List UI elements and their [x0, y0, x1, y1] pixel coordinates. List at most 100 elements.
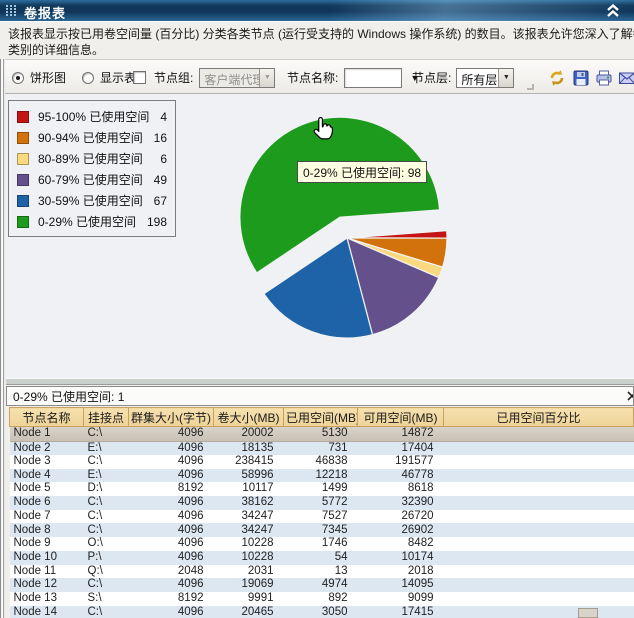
table-row[interactable]: Node 9O:\40961022817468482: [10, 537, 634, 551]
table-cell: 58996: [214, 469, 284, 483]
table-row[interactable]: Node 2E:\40961813573117404: [10, 441, 634, 455]
table-row[interactable]: Node 7C:\409634247752726720: [10, 510, 634, 524]
left-splitter[interactable]: [0, 59, 5, 618]
table-cell: 1499: [284, 482, 358, 496]
table-row[interactable]: Node 4E:\4096589961221846778: [10, 469, 634, 483]
table-cell: 32390: [358, 496, 444, 510]
table-cell: 12218: [284, 469, 358, 483]
table-cell: [444, 592, 634, 606]
chart-area: 95-100% 已使用空间490-94% 已使用空间1680-89% 已使用空间…: [6, 94, 634, 378]
chart-tooltip: 0-29% 已使用空间: 98: [297, 161, 427, 183]
node-group-checkbox[interactable]: [133, 71, 146, 84]
table-cell: 20002: [214, 427, 284, 442]
table-cell: 9991: [214, 592, 284, 606]
table-row[interactable]: Node 8C:\409634247734526902: [10, 523, 634, 537]
table-cell: Node 8: [10, 523, 84, 537]
table-cell: [444, 441, 634, 455]
table-cell: 5130: [284, 427, 358, 442]
table-cell: 13: [284, 565, 358, 579]
table-header-row: 节点名称挂接点群集大小(字节)卷大小(MB)已用空间(MB)可用空间(MB)已用…: [10, 408, 634, 427]
table-cell: Q:\: [84, 565, 129, 579]
table-cell: 892: [284, 592, 358, 606]
node-group-dropdown[interactable]: 客户端代理 ▼: [199, 68, 275, 88]
node-tier-dropdown[interactable]: 所有层 ▼: [456, 68, 514, 88]
drilldown-section-header: 0-29% 已使用空间: 1: [6, 386, 634, 406]
table-cell: C:\: [84, 510, 129, 524]
table-cell: S:\: [84, 592, 129, 606]
table-cell: Node 11: [10, 565, 84, 579]
table-cell: 3050: [284, 606, 358, 618]
node-group-control: 节点组: 客户端代理 ▼: [133, 60, 275, 95]
table-cell: 10228: [214, 551, 284, 565]
table-cell: 4096: [129, 551, 214, 565]
node-group-dropdown-value: 客户端代理: [200, 69, 259, 87]
table-column-header[interactable]: 已用空间百分比: [444, 408, 634, 427]
table-cell: 4096: [129, 606, 214, 618]
table-cell: 1746: [284, 537, 358, 551]
table-cell: C:\: [84, 427, 129, 442]
table-column-header[interactable]: 挂接点: [84, 408, 129, 427]
horizontal-splitter[interactable]: [6, 378, 634, 385]
node-name-label: 节点名称:: [287, 69, 338, 86]
table-cell: 46778: [358, 469, 444, 483]
table-column-header[interactable]: 可用空间(MB): [358, 408, 444, 427]
show-table-radio-group: 显示表: [82, 60, 136, 95]
table-row[interactable]: Node 12C:\409619069497414095: [10, 578, 634, 592]
table-cell: [444, 565, 634, 579]
table-cell: 18135: [214, 441, 284, 455]
volume-report-window: 卷报表 该报表显示按已用卷空间量 (百分比) 分类各类节点 (运行受支持的 Wi…: [0, 0, 634, 618]
table-row[interactable]: Node 1C:\409620002513014872: [10, 427, 634, 442]
table-cell: O:\: [84, 537, 129, 551]
drilldown-table-wrap: 节点名称挂接点群集大小(字节)卷大小(MB)已用空间(MB)可用空间(MB)已用…: [9, 407, 634, 618]
table-cell: E:\: [84, 469, 129, 483]
table-cell: [444, 551, 634, 565]
table-cell: 2018: [358, 565, 444, 579]
drilldown-table: 节点名称挂接点群集大小(字节)卷大小(MB)已用空间(MB)可用空间(MB)已用…: [9, 407, 634, 618]
description-line-1: 该报表显示按已用卷空间量 (百分比) 分类各类节点 (运行受支持的 Window…: [8, 26, 634, 42]
table-cell: 2031: [214, 565, 284, 579]
print-icon[interactable]: [595, 69, 613, 87]
scrollbar-stub[interactable]: [578, 608, 598, 618]
refresh-icon[interactable]: [548, 69, 566, 87]
table-cell: 5772: [284, 496, 358, 510]
table-column-header[interactable]: 节点名称: [10, 408, 84, 427]
table-row[interactable]: Node 11Q:\20482031132018: [10, 565, 634, 579]
description-line-2: 类别的详细信息。: [8, 42, 634, 58]
node-name-input[interactable]: [344, 68, 402, 88]
table-cell: [444, 482, 634, 496]
table-cell: 17404: [358, 441, 444, 455]
show-table-radio[interactable]: [82, 72, 94, 84]
node-group-dropdown-arrow-icon: ▼: [259, 69, 274, 87]
table-row[interactable]: Node 5D:\81921011714998618: [10, 482, 634, 496]
table-cell: 26720: [358, 510, 444, 524]
email-icon[interactable]: [618, 69, 634, 87]
table-cell: 191577: [358, 455, 444, 469]
table-row[interactable]: Node 14C:\409620465305017415: [10, 606, 634, 618]
pie-slice[interactable]: [347, 231, 447, 238]
table-cell: 4096: [129, 455, 214, 469]
table-cell: 9099: [358, 592, 444, 606]
table-cell: 7527: [284, 510, 358, 524]
titlebar: 卷报表: [0, 0, 634, 21]
table-cell: 19069: [214, 578, 284, 592]
table-cell: 20465: [214, 606, 284, 618]
table-column-header[interactable]: 卷大小(MB): [214, 408, 284, 427]
table-row[interactable]: Node 13S:\819299918929099: [10, 592, 634, 606]
collapse-chevrons-icon[interactable]: [606, 4, 620, 17]
table-row[interactable]: Node 3C:\409623841546838191577: [10, 455, 634, 469]
table-column-header[interactable]: 群集大小(字节): [129, 408, 214, 427]
table-cell: 4096: [129, 427, 214, 442]
toolbar: 饼形图 显示表 节点组: 客户端代理 ▼ 节点名称: ▼ 节点层: 所有层 ▼: [0, 59, 634, 94]
table-cell: 14872: [358, 427, 444, 442]
titlebar-gloss: [0, 0, 634, 21]
toolbar-grip-mark: [527, 84, 534, 90]
pie-chart-radio[interactable]: [12, 72, 24, 84]
table-cell: 46838: [284, 455, 358, 469]
table-cell: 17415: [358, 606, 444, 618]
table-row[interactable]: Node 10P:\4096102285410174: [10, 551, 634, 565]
save-icon[interactable]: [572, 69, 590, 87]
close-icon[interactable]: [627, 391, 634, 401]
table-row[interactable]: Node 6C:\409638162577232390: [10, 496, 634, 510]
node-tier-dropdown-arrow-icon: ▼: [498, 69, 513, 87]
table-column-header[interactable]: 已用空间(MB): [284, 408, 358, 427]
